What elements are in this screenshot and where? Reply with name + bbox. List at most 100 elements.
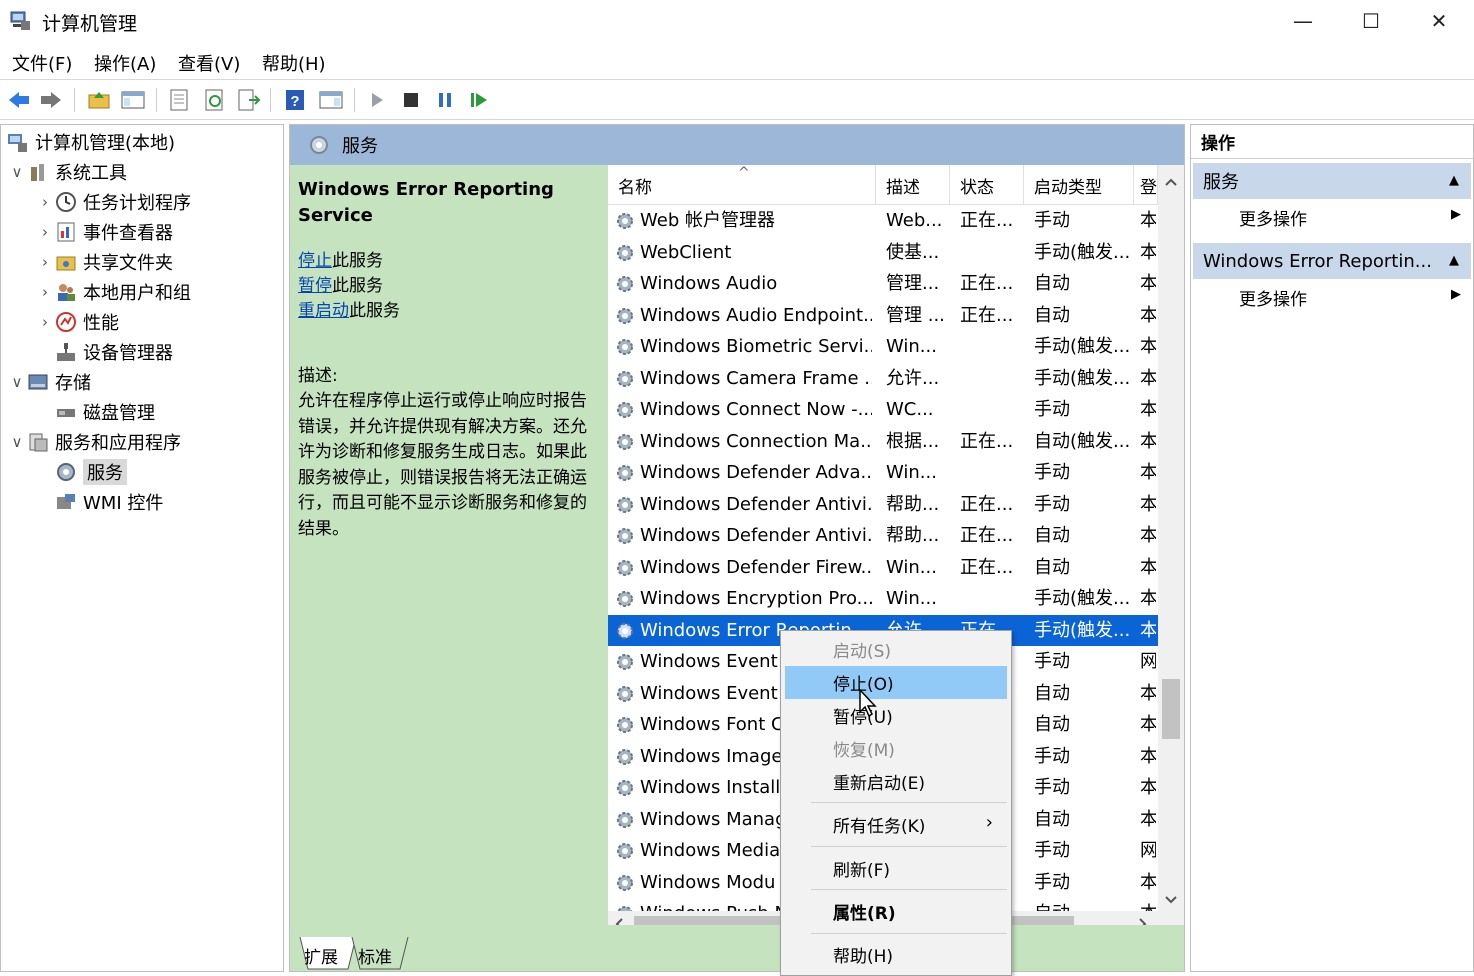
show-hide-tree-icon[interactable]: [120, 88, 146, 112]
collapse-icon[interactable]: ∨: [7, 433, 27, 451]
restart-service-icon[interactable]: [466, 88, 492, 112]
minimize-button[interactable]: —: [1280, 6, 1326, 36]
mouse-cursor-icon: [859, 688, 877, 718]
expand-icon[interactable]: ›: [35, 193, 55, 211]
tree-node-device-manager[interactable]: 设备管理器: [35, 339, 173, 365]
tree-node-wmi[interactable]: WMI 控件: [35, 489, 163, 515]
tree-node-performance[interactable]: › 性能: [35, 309, 119, 335]
refresh-icon[interactable]: [202, 88, 228, 112]
tree-node-services-apps[interactable]: ∨ 服务和应用程序: [7, 429, 182, 455]
collapse-triangle-icon[interactable]: ▲: [1449, 173, 1459, 188]
service-gear-icon: [617, 622, 633, 639]
tab-extended[interactable]: 扩展: [304, 943, 338, 968]
service-startup-type: 自动: [1034, 273, 1070, 294]
stop-service-icon[interactable]: [398, 88, 424, 112]
show-action-pane-icon[interactable]: [318, 88, 344, 112]
ctx-refresh[interactable]: 刷新(F): [785, 852, 1007, 885]
ctx-pause[interactable]: 暂停(U): [785, 699, 1007, 732]
ctx-resume[interactable]: 恢复(M): [785, 732, 1007, 765]
menu-action[interactable]: 操作(A): [94, 50, 156, 76]
up-folder-icon[interactable]: [86, 88, 112, 112]
expand-icon[interactable]: ›: [35, 223, 55, 241]
close-button[interactable]: ✕: [1416, 6, 1462, 36]
more-actions-selected-service[interactable]: 更多操作 ▶: [1239, 285, 1461, 310]
help-icon[interactable]: ?: [282, 88, 308, 112]
expand-icon[interactable]: ›: [35, 283, 55, 301]
table-row[interactable]: Windows Defender Adva... Win... 手动 本: [608, 457, 1158, 489]
ctx-properties[interactable]: 属性(R): [785, 895, 1007, 928]
menu-file[interactable]: 文件(F): [12, 50, 72, 76]
back-arrow-icon[interactable]: [6, 88, 32, 112]
tree-node-system-tools[interactable]: ∨ 系统工具: [7, 159, 128, 185]
disk-icon: [57, 409, 75, 417]
service-gear-icon: [617, 748, 633, 765]
pause-service-icon[interactable]: [432, 88, 458, 112]
actions-section-services[interactable]: 服务 ▲: [1193, 163, 1471, 199]
ctx-restart[interactable]: 重新启动(E): [785, 765, 1007, 798]
table-row[interactable]: Windows Defender Antivi... 帮助... 正在... 自动 本: [608, 520, 1158, 552]
tree-node-storage[interactable]: ∨ 存储: [7, 369, 92, 395]
table-row[interactable]: Web 帐户管理器 Web... 正在... 手动 本: [608, 205, 1158, 237]
menu-help[interactable]: 帮助(H): [262, 50, 326, 76]
more-actions-services[interactable]: 更多操作 ▶: [1239, 205, 1461, 230]
column-header-logon[interactable]: 登: [1134, 165, 1158, 205]
scroll-right-icon[interactable]: [1138, 917, 1148, 925]
tree-node-task-scheduler[interactable]: › 任务计划程序: [35, 189, 191, 215]
start-service-icon[interactable]: [364, 88, 390, 112]
collapse-triangle-icon[interactable]: ▲: [1449, 253, 1459, 268]
tree-root[interactable]: 计算机管理(本地): [7, 129, 175, 155]
restart-service-link[interactable]: 重启动: [298, 301, 349, 321]
forward-arrow-icon[interactable]: [38, 88, 64, 112]
service-description: 允许在程序停止运行或停止响应时报告错误，并允许提供现有解决方案。还允许为诊断和修…: [298, 391, 587, 539]
wmi-icon: [57, 494, 75, 509]
table-row[interactable]: Windows Biometric Servi... Win... 手动(触发...…: [608, 331, 1158, 363]
collapse-icon[interactable]: ∨: [7, 373, 27, 391]
tree-label: 任务计划程序: [83, 193, 191, 214]
service-gear-icon: [617, 843, 633, 859]
ctx-stop[interactable]: 停止(O): [785, 666, 1007, 699]
tree-node-event-viewer[interactable]: › 事件查看器: [35, 219, 173, 245]
export-list-icon[interactable]: [236, 88, 262, 112]
computer-management-icon: [8, 134, 27, 152]
table-row[interactable]: Windows Camera Frame ... 允许... 手动(触发... 本: [608, 363, 1158, 395]
table-row[interactable]: Windows Defender Antivi... 帮助... 正在... 手动 本: [608, 489, 1158, 521]
scroll-down-icon[interactable]: [1164, 895, 1178, 905]
ctx-help[interactable]: 帮助(H): [785, 938, 1007, 971]
column-header-description[interactable]: 描述: [876, 165, 950, 205]
table-row[interactable]: Windows Encryption Pro... Win... 手动(触发... 本: [608, 583, 1158, 615]
tree-node-disk-management[interactable]: 磁盘管理: [35, 399, 155, 425]
table-row[interactable]: Windows Connection Ma... 根据... 正在... 自动(触发.…: [608, 426, 1158, 458]
column-header-startup-type[interactable]: 启动类型: [1024, 165, 1134, 205]
table-row[interactable]: Windows Audio Endpoint... 管理 ... 正在... 自动 本: [608, 300, 1158, 332]
scrollbar-thumb[interactable]: [1162, 679, 1180, 739]
actions-section-selected-service[interactable]: Windows Error Reportin... ▲: [1193, 243, 1471, 279]
tree-node-shared-folders[interactable]: › 共享文件夹: [35, 249, 173, 275]
tab-standard[interactable]: 标准: [358, 943, 392, 968]
maximize-button[interactable]: ☐: [1348, 6, 1394, 36]
table-row[interactable]: Windows Connect Now -... WC... 手动 本: [608, 394, 1158, 426]
scroll-left-icon[interactable]: [614, 917, 624, 925]
service-desc: Web...: [886, 210, 943, 231]
service-desc: WC...: [886, 399, 934, 420]
expand-icon[interactable]: ›: [35, 313, 55, 331]
table-row[interactable]: WebClient 使基... 手动(触发... 本: [608, 237, 1158, 269]
ctx-all-tasks[interactable]: 所有任务(K) ›: [785, 808, 1007, 841]
ctx-start[interactable]: 启动(S): [785, 633, 1007, 666]
column-header-name[interactable]: 名称 ^: [608, 165, 876, 205]
collapse-icon[interactable]: ∨: [7, 163, 27, 181]
vertical-scrollbar[interactable]: [1158, 165, 1184, 925]
submenu-arrow-icon: ›: [985, 812, 993, 833]
tree-node-services[interactable]: 服务: [35, 459, 127, 485]
stop-service-link[interactable]: 停止: [298, 251, 332, 271]
table-row[interactable]: Windows Audio 管理... 正在... 自动 本: [608, 268, 1158, 300]
service-gear-icon: [617, 465, 633, 481]
tree-node-local-users[interactable]: › 本地用户和组: [35, 279, 191, 305]
pause-service-link[interactable]: 暂停: [298, 276, 332, 296]
menu-view[interactable]: 查看(V): [178, 50, 240, 76]
service-status: [960, 583, 1020, 615]
expand-icon[interactable]: ›: [35, 253, 55, 271]
column-header-status[interactable]: 状态: [950, 165, 1024, 205]
scroll-up-icon[interactable]: [1164, 177, 1178, 187]
table-row[interactable]: Windows Defender Firew... Win... 正在... 自动 本: [608, 552, 1158, 584]
properties-icon[interactable]: [166, 88, 192, 112]
